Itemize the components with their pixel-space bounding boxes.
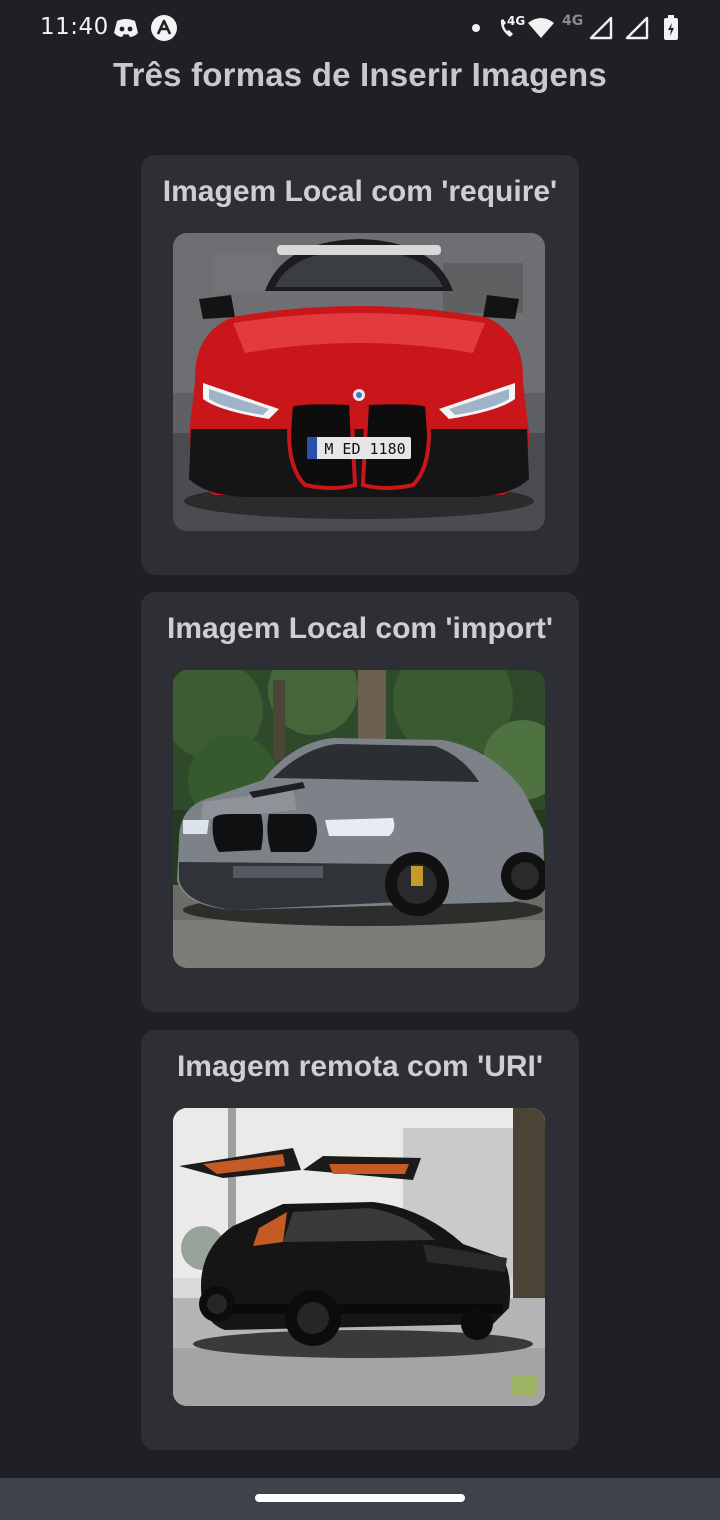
status-time: 11:40 xyxy=(40,14,109,40)
home-indicator[interactable] xyxy=(255,1494,465,1502)
wifi-icon xyxy=(526,14,556,42)
card-title: Imagem remota com 'URI' xyxy=(176,1050,544,1083)
grey-suv-image xyxy=(173,670,545,968)
signal-icon xyxy=(588,14,614,42)
red-car-image: M ED 1180 xyxy=(173,233,545,531)
app-icon xyxy=(150,14,178,42)
image-card-uri: Imagem remota com 'URI' xyxy=(141,1030,579,1450)
card-title: Imagem Local com 'import' xyxy=(166,612,553,645)
status-bar: 11:40 4G 4G xyxy=(0,0,720,58)
battery-icon xyxy=(662,14,680,42)
navigation-bar xyxy=(0,1478,720,1520)
network-label-1: 4G xyxy=(507,14,526,28)
image-card-import: Imagem Local com 'import' xyxy=(141,592,579,1012)
notification-dot-icon xyxy=(470,14,482,42)
svg-text:M ED 1180: M ED 1180 xyxy=(324,440,405,458)
discord-icon xyxy=(112,14,140,42)
card-title: Imagem Local com 'require' xyxy=(162,175,558,208)
image-card-require: Imagem Local com 'require' M ED 1180 xyxy=(141,155,579,575)
black-suv-image xyxy=(173,1108,545,1406)
signal-icon-2 xyxy=(624,14,650,42)
network-label-2: 4G xyxy=(562,13,584,29)
page-title: Três formas de Inserir Imagens xyxy=(113,56,607,93)
